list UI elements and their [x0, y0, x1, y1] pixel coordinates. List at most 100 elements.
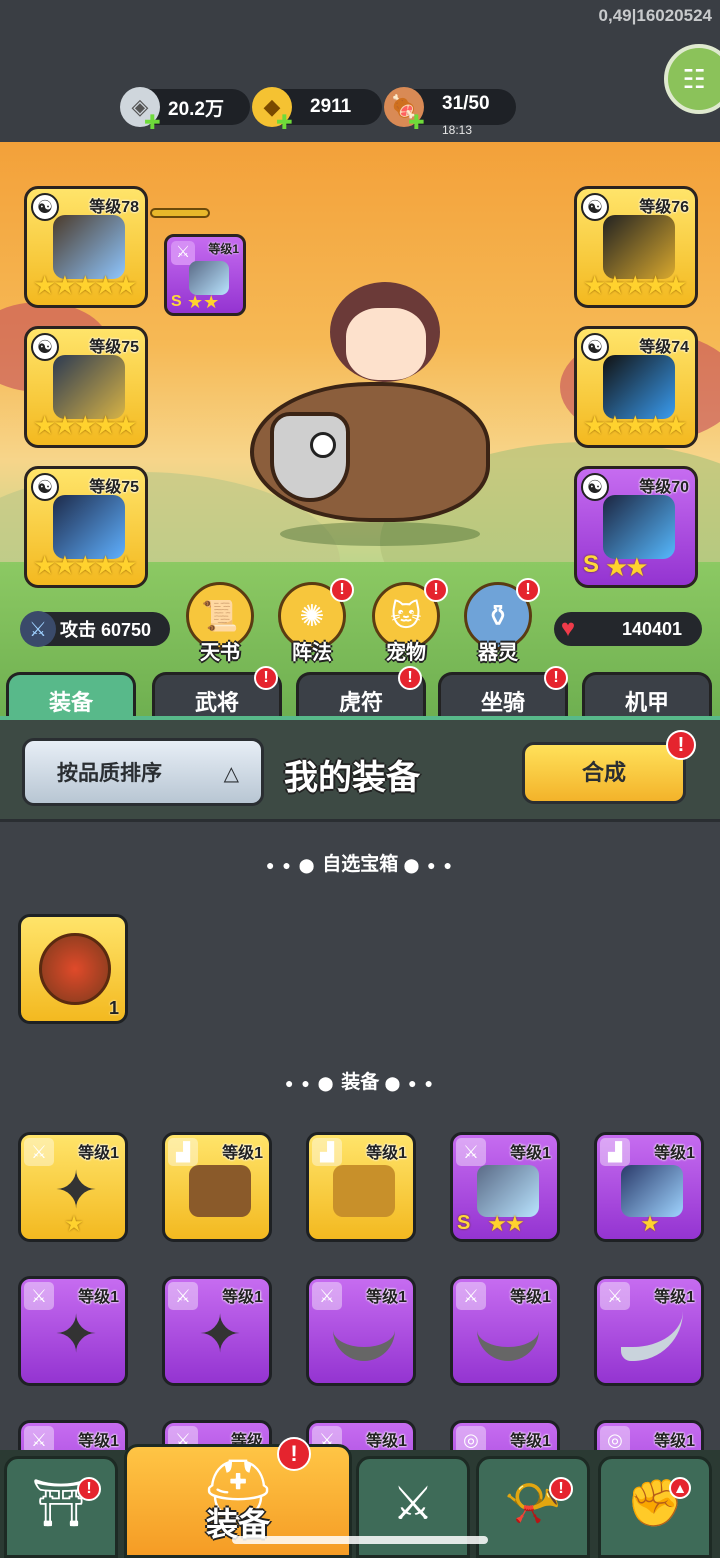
grid-menu-icon: ☷	[682, 63, 706, 94]
hero-character[interactable]	[230, 282, 510, 552]
formation-button[interactable]: ✺ 阵法 !	[276, 578, 354, 665]
equipment-item[interactable]: ⚔ 等级1 ✦	[162, 1276, 272, 1386]
yin-yang-icon: ☯	[581, 473, 609, 501]
tab-label: 机甲	[624, 690, 669, 715]
equip-slot-left-3[interactable]: ☯ 等级75 ★★★★★	[24, 466, 148, 588]
attack-value: 攻击 60750	[60, 620, 152, 640]
boot-type-icon: ▟	[600, 1138, 630, 1166]
pet-button[interactable]: 🐱 宠物 !	[370, 578, 448, 665]
slot-level: 等级75	[89, 479, 139, 496]
shuriken-icon: ✦	[54, 1162, 98, 1220]
alert-badge: !	[424, 578, 448, 602]
equipment-item[interactable]: ▟ 等级1	[162, 1132, 272, 1242]
gold-resource[interactable]: ◆ 2911 ✚	[252, 87, 382, 134]
equip-slot-right-1[interactable]: ☯ 等级76 ★★★★★	[574, 186, 698, 308]
silver-value: 20.2万	[168, 98, 224, 120]
s-grade: S	[583, 551, 600, 578]
tab-label: 虎符	[338, 690, 383, 715]
tianshu-button[interactable]: 📜 天书	[184, 582, 256, 665]
menu-button[interactable]: ☷	[664, 44, 720, 114]
sword-type-icon: ⚔	[600, 1282, 630, 1310]
silver-plus-icon[interactable]: ✚	[144, 110, 161, 135]
equipment-item[interactable]: ⚔ 等级1 ✦	[18, 1276, 128, 1386]
home-indicator[interactable]	[232, 1536, 488, 1544]
slot-level: 等级76	[639, 199, 689, 216]
formation-label: 阵法	[292, 642, 332, 664]
stamina-plus-icon[interactable]: ✚	[408, 110, 425, 135]
yin-yang-icon: ☯	[31, 473, 59, 501]
boot-type-icon: ▟	[312, 1138, 342, 1166]
item-count: 1	[108, 998, 119, 1018]
equip-slot-right-2[interactable]: ☯ 等级74 ★★★★★	[574, 326, 698, 448]
equipment-item[interactable]: ▟ 等级1	[306, 1132, 416, 1242]
debug-text: 0,49|16020524	[598, 6, 712, 25]
triangle-up-icon: △	[223, 763, 239, 785]
boots-icon	[333, 1165, 395, 1217]
spirit-button[interactable]: ⚱ 器灵 !	[462, 578, 540, 665]
slot-level: 等级70	[639, 479, 689, 496]
sword-type-icon: ⚔	[456, 1282, 486, 1310]
crossbow-icon	[189, 261, 229, 295]
section-title-equipment: ● ● ⬤ 装备 ⬤ ● ●	[0, 1067, 720, 1094]
item-level: 等级1	[366, 1145, 407, 1162]
hp-stat: ♥ 140401	[554, 612, 702, 646]
yin-yang-icon: ☯	[31, 193, 59, 221]
gold-plus-icon[interactable]: ✚	[276, 110, 293, 135]
equip-slot-right-3[interactable]: ☯ 等级70 S ★★	[574, 466, 698, 588]
slot-level: 等级78	[89, 199, 139, 216]
equipment-item[interactable]: ⚔ 等级1	[450, 1276, 560, 1386]
s-grade: S	[171, 293, 182, 310]
tab-mecha[interactable]: 机甲	[582, 672, 712, 720]
nav-upgrade-button[interactable]: ✊ ▲	[598, 1456, 712, 1558]
stamina-timer: 18:13	[442, 123, 473, 137]
attack-stat: ⚔ 攻击 60750	[20, 611, 170, 647]
stamina-value: 31/50	[442, 93, 490, 114]
sword-icon: ⚔	[20, 611, 56, 647]
sword-type-icon: ⚔	[168, 1282, 198, 1310]
pet-label: 宠物	[386, 642, 426, 664]
equipment-item[interactable]: ▟ 等级1 ★	[594, 1132, 704, 1242]
category-tabs: 装备 武将 ! 虎符 ! 坐骑 ! 机甲	[0, 666, 720, 720]
equipment-item[interactable]: ⚔ 等级1	[306, 1276, 416, 1386]
tab-equipment[interactable]: 装备	[6, 672, 136, 720]
alert-badge: !	[544, 666, 568, 690]
selectable-chest-item[interactable]: 1	[18, 914, 128, 1024]
item-level: 等级1	[654, 1145, 695, 1162]
alert-badge: !	[277, 1437, 311, 1471]
hero-scene: ☯ 等级78 ★★★★★ ☯ 等级75 ★★★★★ ☯ 等级75 ★★★★★ ⚔…	[0, 142, 720, 720]
star-rating: ★★★★★	[33, 410, 138, 440]
top-bar: 0,49|16020524 ◈ 20.2万 ✚ ◆ 2911 ✚ 🍖 31/50…	[0, 0, 720, 142]
dots-decoration: ⬤ ● ●	[403, 857, 454, 873]
nav-summon-button[interactable]: 📯 !	[476, 1456, 590, 1558]
item-level: 等级1	[510, 1433, 551, 1450]
equipment-item[interactable]: ⚔ 等级1	[594, 1276, 704, 1386]
alert-badge: !	[516, 578, 540, 602]
star-rating: ★★	[487, 1211, 524, 1236]
curved-blade-icon	[333, 1309, 395, 1361]
equip-slot-left-2[interactable]: ☯ 等级75 ★★★★★	[24, 326, 148, 448]
star-rating: ★	[640, 1211, 660, 1236]
sort-by-quality-button[interactable]: 按品质排序 △	[22, 738, 264, 806]
star-rating: ★★★★★	[33, 550, 138, 580]
sort-bar: 按品质排序 △ 我的装备 合成 !	[0, 716, 720, 822]
sword-type-icon: ⚔	[24, 1138, 54, 1166]
silver-resource[interactable]: ◈ 20.2万 ✚	[120, 87, 250, 134]
item-level: 等级1	[366, 1289, 407, 1306]
stamina-resource[interactable]: 🍖 31/50 ✚ 18:13	[384, 87, 516, 137]
boar-eye	[310, 432, 336, 458]
arrow-up-icon: ▲	[669, 1477, 691, 1499]
star-rating: ★★	[605, 552, 649, 582]
equipment-item[interactable]: ⚔ 等级1 ✦ ★	[18, 1132, 128, 1242]
gold-value: 2911	[310, 96, 352, 117]
nav-gate-button[interactable]: ⛩ !	[4, 1456, 118, 1558]
combine-button[interactable]: 合成	[522, 742, 686, 804]
alert-badge: !	[77, 1477, 101, 1501]
equipment-item[interactable]: ⚔ 等级1 S ★★	[450, 1132, 560, 1242]
item-level: 等级1	[654, 1433, 695, 1450]
alert-badge: !	[330, 578, 354, 602]
boot-type-icon: ▟	[168, 1138, 198, 1166]
star-rating: ★	[64, 1211, 84, 1236]
sword-type-icon: ⚔	[171, 241, 195, 265]
equip-slot-left-1[interactable]: ☯ 等级78 ★★★★★	[24, 186, 148, 308]
yin-yang-icon: ☯	[581, 193, 609, 221]
